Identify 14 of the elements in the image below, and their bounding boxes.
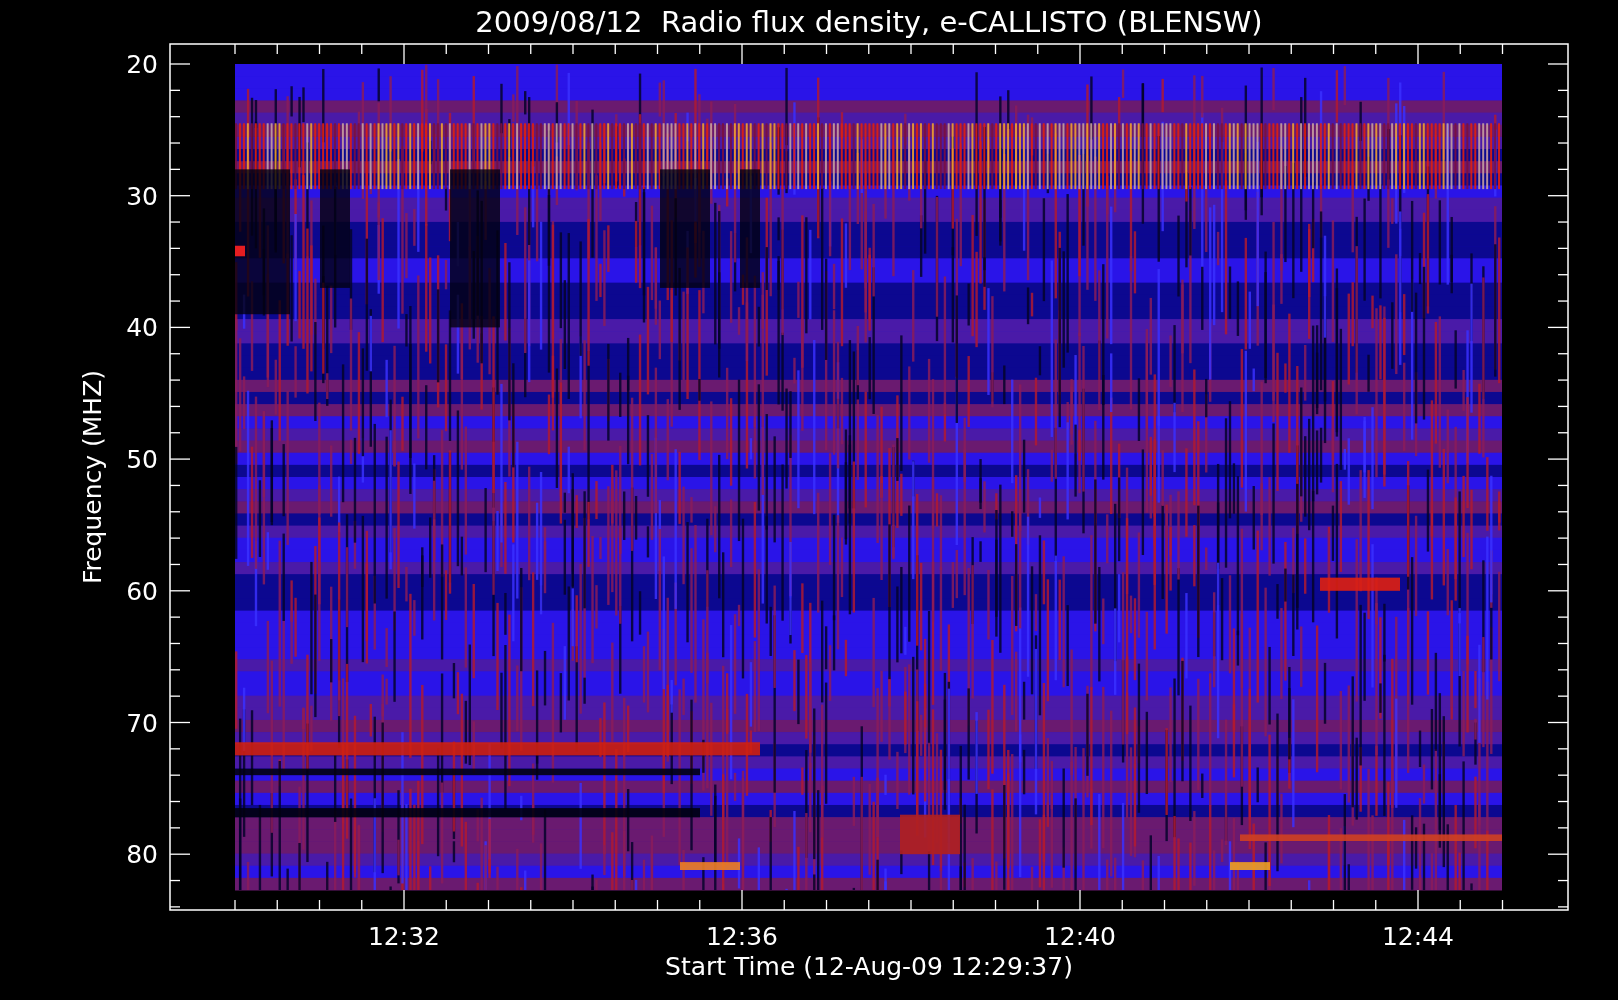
y-tick-label: 20 [126, 50, 158, 79]
x-tick-label: 12:32 [368, 922, 440, 951]
y-axis-title: Frequency (MHZ) [78, 369, 107, 585]
y-tick-label: 60 [126, 576, 158, 606]
x-tick-label: 12:44 [1382, 922, 1454, 951]
x-tick-label: 12:40 [1044, 922, 1116, 951]
y-tick-label: 40 [126, 313, 158, 343]
chart-title: 2009/08/12 Radio flux density, e-CALLISTO (BLENSW) [475, 5, 1263, 39]
y-tick-label: 30 [126, 181, 158, 211]
x-tick-label: 12:36 [706, 922, 778, 951]
y-tick-label: 80 [126, 840, 158, 870]
y-tick-label: 50 [126, 445, 158, 475]
x-axis-title: Start Time (12-Aug-09 12:29:37) [665, 952, 1073, 981]
y-tick-label: 70 [126, 708, 158, 738]
